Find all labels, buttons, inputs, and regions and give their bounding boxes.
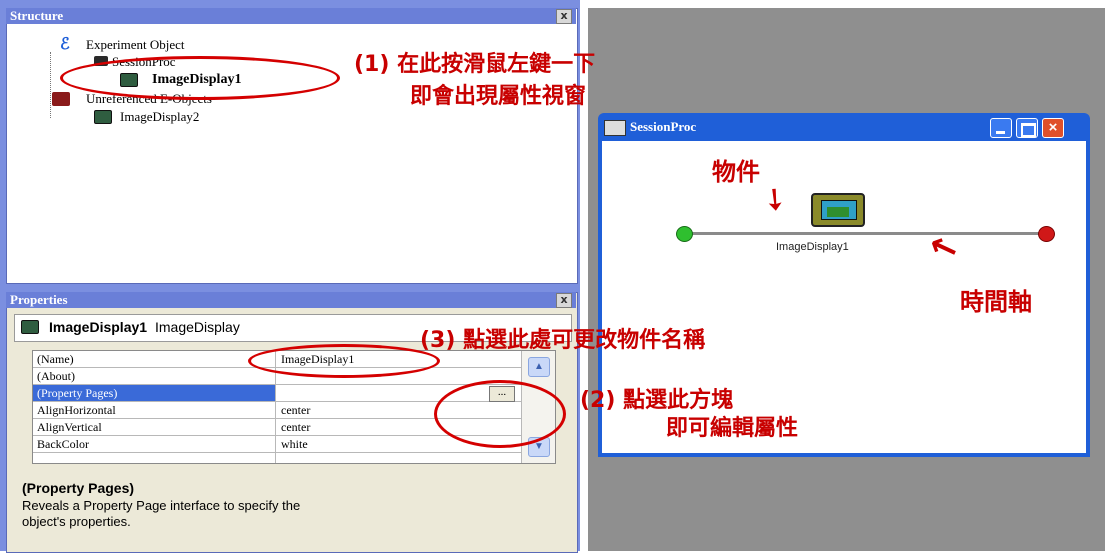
annotation-timeline: 時間軸 <box>960 288 1032 316</box>
session-window-title: SessionProc <box>630 119 697 134</box>
description-text-2: object's properties. <box>22 514 131 529</box>
image-display-icon <box>94 110 112 124</box>
session-titlebar-icon <box>604 120 626 136</box>
properties-title: Properties <box>10 292 68 307</box>
object-type: ImageDisplay <box>155 319 240 335</box>
minimize-button[interactable] <box>990 118 1012 138</box>
object-name: ImageDisplay1 <box>49 319 148 335</box>
maximize-button[interactable] <box>1016 118 1038 138</box>
description-title: (Property Pages) <box>22 480 135 496</box>
annotation-circle-tree <box>60 56 340 100</box>
annotation-2-line2: 即可編輯屬性 <box>666 416 799 441</box>
grid-row-backcolor[interactable]: BackColor white <box>33 436 521 453</box>
annotation-1-line1: (1) 在此按滑鼠左鍵一下 <box>354 52 596 77</box>
timeline-line <box>688 232 1042 235</box>
scroll-up-button[interactable]: ▲ <box>528 357 550 377</box>
experiment-icon: ℰ <box>60 34 70 53</box>
description-text-1: Reveals a Property Page interface to spe… <box>22 498 301 513</box>
properties-close-button[interactable]: x <box>556 293 572 308</box>
structure-panel: Structure x ℰ Experiment Object SessionP… <box>0 0 580 288</box>
annotation-circle-name <box>248 344 440 378</box>
structure-close-button[interactable]: x <box>556 9 572 24</box>
image-display-icon <box>21 320 39 334</box>
timeline-object-label: ImageDisplay1 <box>776 241 849 253</box>
properties-title-bar: Properties x <box>6 292 576 308</box>
tree-item-experiment[interactable]: Experiment Object <box>86 37 185 53</box>
annotation-3: (3) 點選此處可更改物件名稱 <box>420 328 706 353</box>
annotation-circle-ellipsis <box>434 380 566 448</box>
timeline-start-node[interactable] <box>676 226 693 242</box>
structure-title: Structure <box>10 8 64 23</box>
annotation-1-line2: 即會出現屬性視窗 <box>410 84 587 109</box>
folder-icon <box>52 92 70 106</box>
timeline-object-icon[interactable] <box>811 193 865 227</box>
tree-item-imagedisplay2[interactable]: ImageDisplay2 <box>120 109 199 125</box>
timeline-end-node[interactable] <box>1038 226 1055 242</box>
annotation-object: 物件 <box>712 158 760 186</box>
structure-title-bar: Structure x <box>6 8 576 24</box>
tree-line <box>50 52 52 118</box>
close-button[interactable]: × <box>1042 118 1064 138</box>
